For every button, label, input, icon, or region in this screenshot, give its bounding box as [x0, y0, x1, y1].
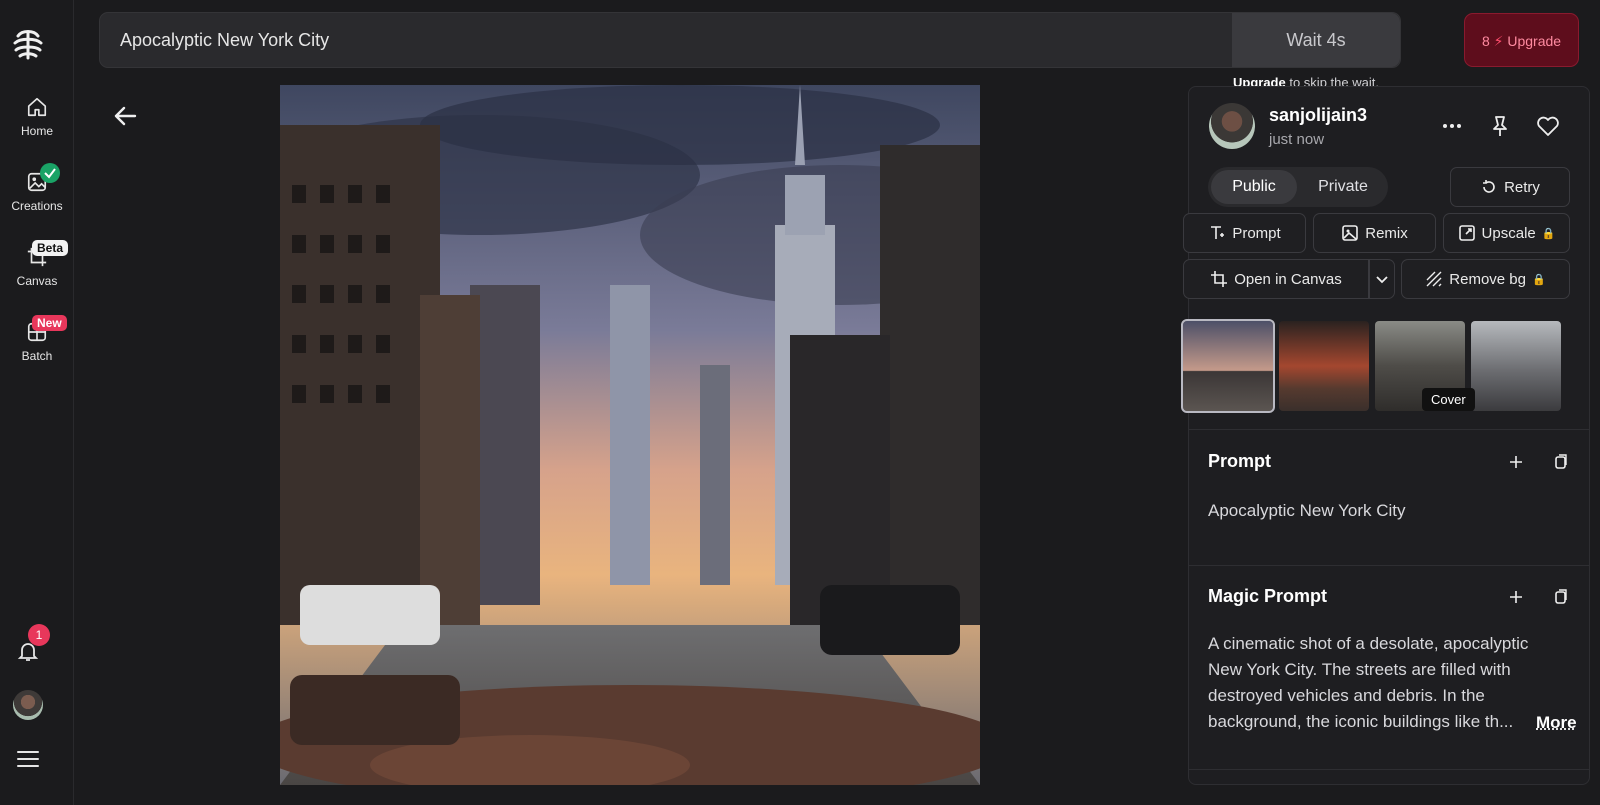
- remove-bg-icon: [1426, 271, 1442, 287]
- notification-count: 1: [28, 624, 50, 646]
- divider: [1189, 565, 1589, 566]
- upscale-icon: [1458, 225, 1475, 241]
- prompt-section-title: Prompt: [1208, 451, 1271, 471]
- sidebar-item-batch[interactable]: New Batch: [0, 315, 74, 363]
- check-icon: [40, 163, 60, 183]
- copy-icon[interactable]: [1551, 453, 1569, 471]
- beta-badge: Beta: [32, 240, 69, 256]
- prompt-icon: [1211, 226, 1225, 239]
- sidebar-item-label: Home: [20, 124, 53, 138]
- remix-icon: [1342, 225, 1359, 241]
- wait-button[interactable]: Wait 4s: [1232, 13, 1400, 67]
- back-arrow-icon[interactable]: [107, 98, 143, 134]
- magic-prompt-title: Magic Prompt: [1208, 586, 1328, 606]
- upscale-button[interactable]: Upscale 🔒: [1443, 213, 1570, 253]
- upgrade-button[interactable]: 8 ⚡ Upgrade: [1464, 13, 1579, 67]
- private-option[interactable]: Private: [1300, 170, 1386, 204]
- thumbnail-1[interactable]: [1181, 319, 1275, 413]
- home-icon: [27, 97, 47, 117]
- sidebar-item-label: Canvas: [16, 274, 58, 288]
- plus-icon[interactable]: [1507, 588, 1525, 606]
- retry-label: Retry: [1504, 178, 1540, 196]
- lock-icon: 🔒: [1532, 273, 1546, 286]
- canvas-icon: [1211, 271, 1228, 287]
- lock-icon: 🔒: [1541, 227, 1556, 240]
- sidebar-item-creations[interactable]: Creations: [0, 163, 74, 213]
- sidebar-item-label: Batch: [21, 349, 53, 363]
- prompt-input[interactable]: Apocalyptic New York City: [120, 30, 329, 51]
- public-option[interactable]: Public: [1211, 170, 1297, 204]
- more-dots-icon[interactable]: [1439, 113, 1465, 139]
- divider: [1189, 429, 1589, 430]
- sidebar-item-label: Creations: [11, 199, 63, 213]
- credit-count: 8: [1481, 33, 1490, 49]
- new-badge: New: [32, 315, 67, 331]
- visibility-toggle[interactable]: Public Private: [1208, 167, 1388, 207]
- cover-tooltip: Cover: [1422, 388, 1475, 411]
- thumbnail-2[interactable]: [1279, 321, 1369, 411]
- remove-bg-label: Remove bg: [1449, 270, 1526, 288]
- avatar[interactable]: [13, 690, 43, 720]
- generated-image[interactable]: [280, 85, 980, 785]
- remix-button[interactable]: Remix: [1313, 213, 1436, 253]
- image-details-panel: sanjolijain3 just now Public Private Ret…: [1181, 86, 1590, 785]
- plus-icon[interactable]: [1507, 453, 1525, 471]
- copy-icon[interactable]: [1551, 588, 1569, 606]
- sidebar-item-canvas[interactable]: Beta Canvas: [0, 240, 74, 288]
- prompt-text: Apocalyptic New York City: [1208, 501, 1406, 520]
- sidebar-item-home[interactable]: Home: [0, 96, 74, 138]
- city-illustration: [280, 85, 980, 785]
- timestamp: just now: [1269, 131, 1325, 148]
- retry-icon: [1483, 180, 1495, 193]
- prompt-bar[interactable]: Apocalyptic New York City Wait 4s: [99, 12, 1401, 68]
- canvas-dropdown-button[interactable]: [1369, 259, 1395, 299]
- sidebar: Home Creations Beta Canvas New Batch 1: [0, 0, 74, 805]
- magic-prompt-text: A cinematic shot of a desolate, apocalyp…: [1208, 634, 1529, 731]
- upgrade-label: Upgrade: [1507, 33, 1562, 49]
- remove-bg-button[interactable]: Remove bg 🔒: [1401, 259, 1570, 299]
- avatar[interactable]: [1209, 103, 1255, 149]
- heart-icon[interactable]: [1535, 113, 1561, 139]
- retry-button[interactable]: Retry: [1450, 167, 1570, 207]
- bolt-icon: ⚡: [1493, 33, 1504, 49]
- menu-icon[interactable]: [17, 751, 39, 767]
- brand-logo-icon[interactable]: [10, 26, 46, 62]
- open-canvas-label: Open in Canvas: [1234, 270, 1342, 288]
- upscale-label: Upscale: [1481, 224, 1536, 242]
- divider: [1189, 769, 1589, 770]
- thumbnail-4[interactable]: [1471, 321, 1561, 411]
- chevron-down-icon: [1376, 276, 1388, 284]
- pin-icon[interactable]: [1487, 113, 1513, 139]
- prompt-label: Prompt: [1232, 224, 1281, 242]
- open-in-canvas-button[interactable]: Open in Canvas: [1183, 259, 1369, 299]
- prompt-button[interactable]: Prompt: [1183, 213, 1306, 253]
- username[interactable]: sanjolijain3: [1269, 105, 1367, 126]
- remix-label: Remix: [1365, 224, 1408, 242]
- more-link[interactable]: More: [1536, 713, 1577, 733]
